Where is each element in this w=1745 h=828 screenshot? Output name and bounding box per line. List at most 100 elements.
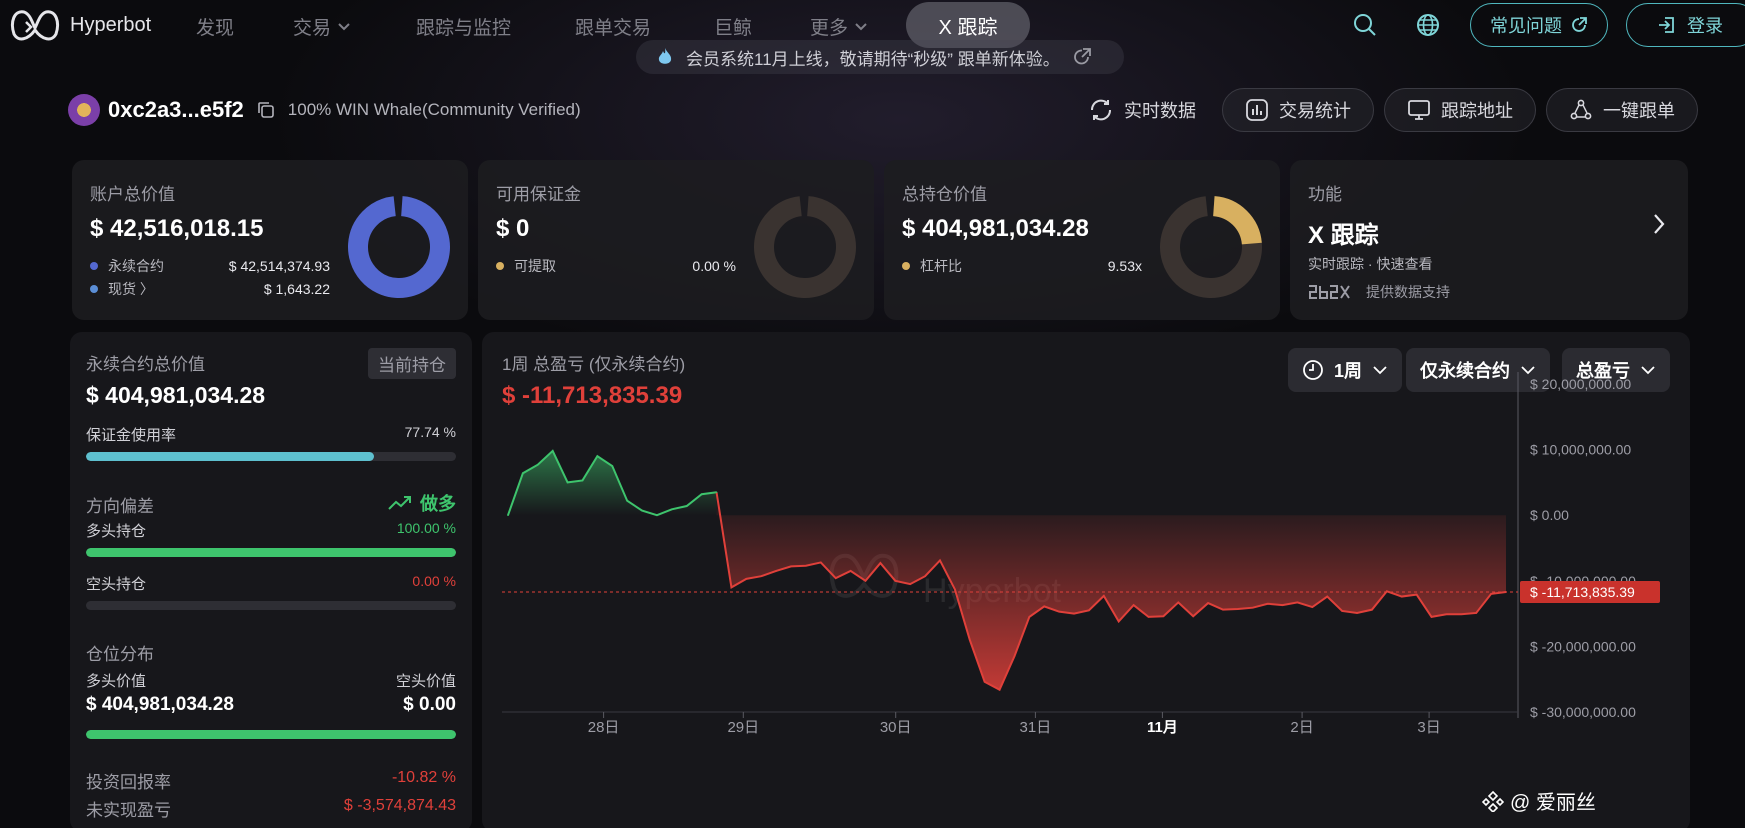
data-point — [1103, 595, 1105, 597]
roi-label: 投资回报率 — [86, 773, 171, 792]
margin-usage-bar — [86, 452, 456, 461]
legend-dot — [90, 285, 98, 293]
chevron-down-icon — [855, 22, 867, 30]
data-point — [879, 562, 882, 564]
external-link-icon — [1073, 48, 1091, 65]
data-point — [820, 561, 822, 564]
brand-logo[interactable]: Hyperbot — [8, 6, 151, 44]
trade-stats-label: 交易统计 — [1279, 101, 1351, 121]
margin-usage-fill — [86, 452, 374, 461]
leverage-donut-chart — [1160, 196, 1262, 298]
nav-whale[interactable]: 巨鲸 — [714, 13, 752, 40]
data-point — [1400, 595, 1403, 598]
data-point — [983, 681, 986, 683]
hyperbot-logo-icon — [10, 10, 60, 41]
nav-whale-label: 巨鲸 — [714, 18, 753, 39]
x-tick-label: 3日 — [1417, 719, 1440, 736]
trend-up-icon — [388, 496, 411, 510]
nav-more[interactable]: 更多 — [810, 13, 868, 40]
trade-stats-button[interactable]: 交易统计 — [1222, 88, 1374, 132]
faq-button[interactable]: 常见问题 — [1470, 3, 1608, 47]
copy-icon[interactable] — [256, 100, 276, 120]
card-row-spot[interactable]: 现货 〉 $ 1,643.22 — [90, 279, 330, 299]
wallet-address: 0xc2a3...e5f2 — [108, 97, 244, 122]
nav-copytrade-label: 跟单交易 — [575, 18, 652, 39]
current-position-tag[interactable]: 当前持仓 — [368, 348, 456, 379]
data-point — [1266, 602, 1269, 605]
chevron-right-icon[interactable] — [1652, 212, 1666, 236]
short-value: $ 0.00 — [403, 694, 456, 715]
login-button[interactable]: 登录 — [1626, 3, 1745, 47]
realtime-data-label: 实时数据 — [1124, 101, 1196, 121]
total-position-card: 总持仓价值 $ 404,981,034.28 杠杆比 9.53x — [884, 160, 1280, 320]
nav-discover[interactable]: 发现 — [196, 13, 234, 40]
data-point — [1415, 593, 1418, 596]
binance-logo-icon — [1482, 790, 1504, 812]
card-title: 可用保证金 — [496, 185, 581, 204]
data-point — [924, 575, 926, 578]
y-tick-label: $ 10,000,000.00 — [1530, 442, 1631, 458]
pnl-area-chart: Hyperbot $ 20,000,000.00$ 10,000,000.00$… — [502, 372, 1660, 736]
data-point — [1296, 601, 1299, 604]
data-point — [939, 559, 941, 562]
wallet-tag: 100% WIN Whale(Community Verified) — [287, 100, 581, 119]
account-value-card: 账户总价值 $ 42,516,018.15 永续合约 $ 42,514,374.… — [72, 160, 468, 320]
external-link-icon — [1572, 17, 1587, 32]
long-position-value: 100.00 % — [396, 520, 456, 536]
row-label: 可提取 — [514, 258, 556, 274]
perp-value-label: 永续合约总价值 — [86, 355, 205, 374]
data-point — [536, 463, 539, 466]
feature-subtitle: 实时跟踪 · 快速查看 — [1308, 256, 1433, 272]
unrealized-pnl-label: 未实现盈亏 — [86, 801, 171, 820]
search-icon[interactable] — [1350, 10, 1380, 40]
chevron-down-icon — [338, 22, 350, 30]
long-position-bar — [86, 548, 456, 557]
nav-tracking[interactable]: 跟踪与监控 — [416, 13, 511, 40]
data-point — [998, 688, 1001, 691]
data-point — [954, 588, 956, 591]
legend-dot — [90, 262, 98, 270]
announcement-text: 会员系统11月上线，敬请期待“秒级” 跟单新体验。 — [686, 49, 1060, 69]
data-point — [671, 508, 673, 511]
realtime-data-button[interactable]: 实时数据 — [1088, 88, 1196, 132]
data-point — [1311, 606, 1314, 608]
position-distribution-label: 仓位分布 — [86, 645, 154, 664]
announcement-bar[interactable]: 会员系统11月上线，敬请期待“秒级” 跟单新体验。 — [636, 40, 1124, 74]
data-point — [745, 578, 748, 580]
y-tick-label: $ -30,000,000.00 — [1530, 704, 1636, 720]
provider-label: 提供数据支持 — [1366, 284, 1450, 300]
globe-icon[interactable] — [1413, 10, 1443, 40]
data-point — [1073, 612, 1075, 615]
y-tick-label: $ 20,000,000.00 — [1530, 376, 1631, 392]
row-label: 杠杆比 — [920, 258, 962, 274]
distribution-bar — [86, 730, 456, 739]
card-title: 账户总价值 — [90, 185, 175, 204]
data-point — [1207, 602, 1209, 604]
data-point — [849, 570, 852, 572]
card-value: X 跟踪 — [1308, 222, 1379, 249]
one-click-copy-button[interactable]: 一键跟单 — [1546, 88, 1698, 132]
nav-trade-label: 交易 — [293, 18, 332, 39]
feature-card[interactable]: 功能 X 跟踪 实时跟踪 · 快速查看 提供数据支持 — [1290, 160, 1688, 320]
track-address-button[interactable]: 跟踪地址 — [1384, 88, 1536, 132]
data-point — [1043, 605, 1046, 608]
nav-trade[interactable]: 交易 — [293, 13, 351, 40]
data-point — [805, 564, 807, 567]
data-point — [656, 514, 658, 516]
x-tick-label: 11月 — [1147, 719, 1178, 736]
pnl-chart-panel: 1周 总盈亏 (仅永续合约) $ -11,713,835.39 1周 仅永续合约… — [482, 332, 1690, 828]
direction-bias-value: 做多 — [388, 490, 456, 516]
row-value: 0.00 % — [692, 258, 736, 274]
card-row-leverage: 杠杆比 9.53x — [902, 256, 1142, 276]
row-label: 现货 〉 — [108, 281, 154, 297]
nav-discover-label: 发现 — [196, 18, 235, 39]
legend-dot — [496, 262, 504, 270]
data-point — [1237, 608, 1239, 610]
nav-copytrade[interactable]: 跟单交易 — [575, 13, 651, 40]
data-point — [834, 577, 837, 579]
y-tick-label: $ 0.00 — [1530, 507, 1569, 523]
data-point — [1251, 606, 1254, 609]
login-icon — [1659, 17, 1674, 33]
data-point — [1445, 613, 1448, 616]
card-value: $ 404,981,034.28 — [902, 215, 1089, 242]
